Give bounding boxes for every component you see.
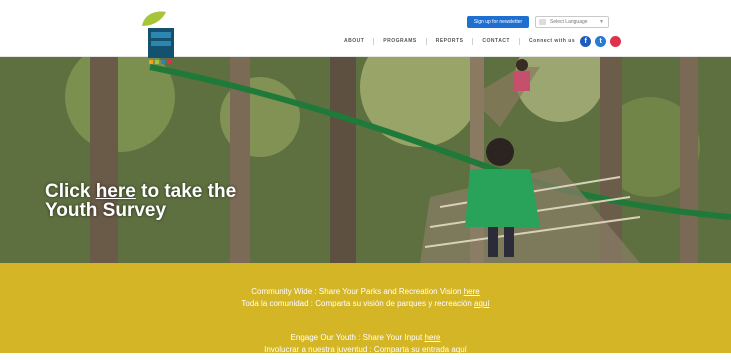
community-survey-line-en: Community Wide : Share Your Parks and Re… [251, 287, 480, 296]
community-survey-line-es: Toda la comunidad : Comparta su visión d… [241, 299, 490, 308]
nav-item-about[interactable]: ABOUT [335, 38, 375, 45]
twitter-icon[interactable]: t [595, 36, 607, 47]
connect-with-us-label: Connect with us [528, 38, 576, 44]
site-header: Sign up for newsletter Select Language ▼… [0, 0, 731, 64]
instagram-icon[interactable] [610, 36, 622, 47]
language-select-label: Select Language [550, 19, 588, 25]
youth-survey-link[interactable]: here [96, 181, 136, 202]
youth-survey-line-en: Engage Our Youth : Share Your Input here [290, 333, 441, 342]
nav-item-programs[interactable]: PROGRAMS [374, 38, 427, 45]
language-select[interactable]: Select Language ▼ [535, 16, 609, 28]
main-nav: ABOUT PROGRAMS REPORTS CONTACT Connect w… [335, 36, 622, 47]
cta-line-2: Youth Survey [45, 200, 167, 221]
survey-links-band: Community Wide : Share Your Parks and Re… [0, 263, 731, 360]
google-translate-icon [539, 19, 546, 25]
hero-banner: Click here to take the Youth Survey [0, 57, 731, 263]
nav-item-contact[interactable]: CONTACT [473, 38, 520, 45]
community-survey-link-es[interactable]: aquí [474, 299, 490, 308]
youth-survey-link-en[interactable]: here [424, 333, 440, 342]
hero-photo [0, 57, 731, 263]
chevron-down-icon: ▼ [599, 19, 604, 25]
community-survey-link-en[interactable]: here [464, 287, 480, 296]
youth-survey-cta: Click here to take the Youth Survey [45, 182, 236, 220]
cta-suffix: to take the [135, 181, 237, 202]
facebook-icon[interactable]: f [580, 36, 592, 47]
social-links: f t [580, 36, 622, 47]
cta-prefix: Click [45, 181, 96, 202]
nav-item-reports[interactable]: REPORTS [427, 38, 474, 45]
page-bottom-edge [0, 353, 731, 360]
newsletter-signup-button[interactable]: Sign up for newsletter [467, 16, 529, 28]
site-logo[interactable] [136, 8, 186, 72]
